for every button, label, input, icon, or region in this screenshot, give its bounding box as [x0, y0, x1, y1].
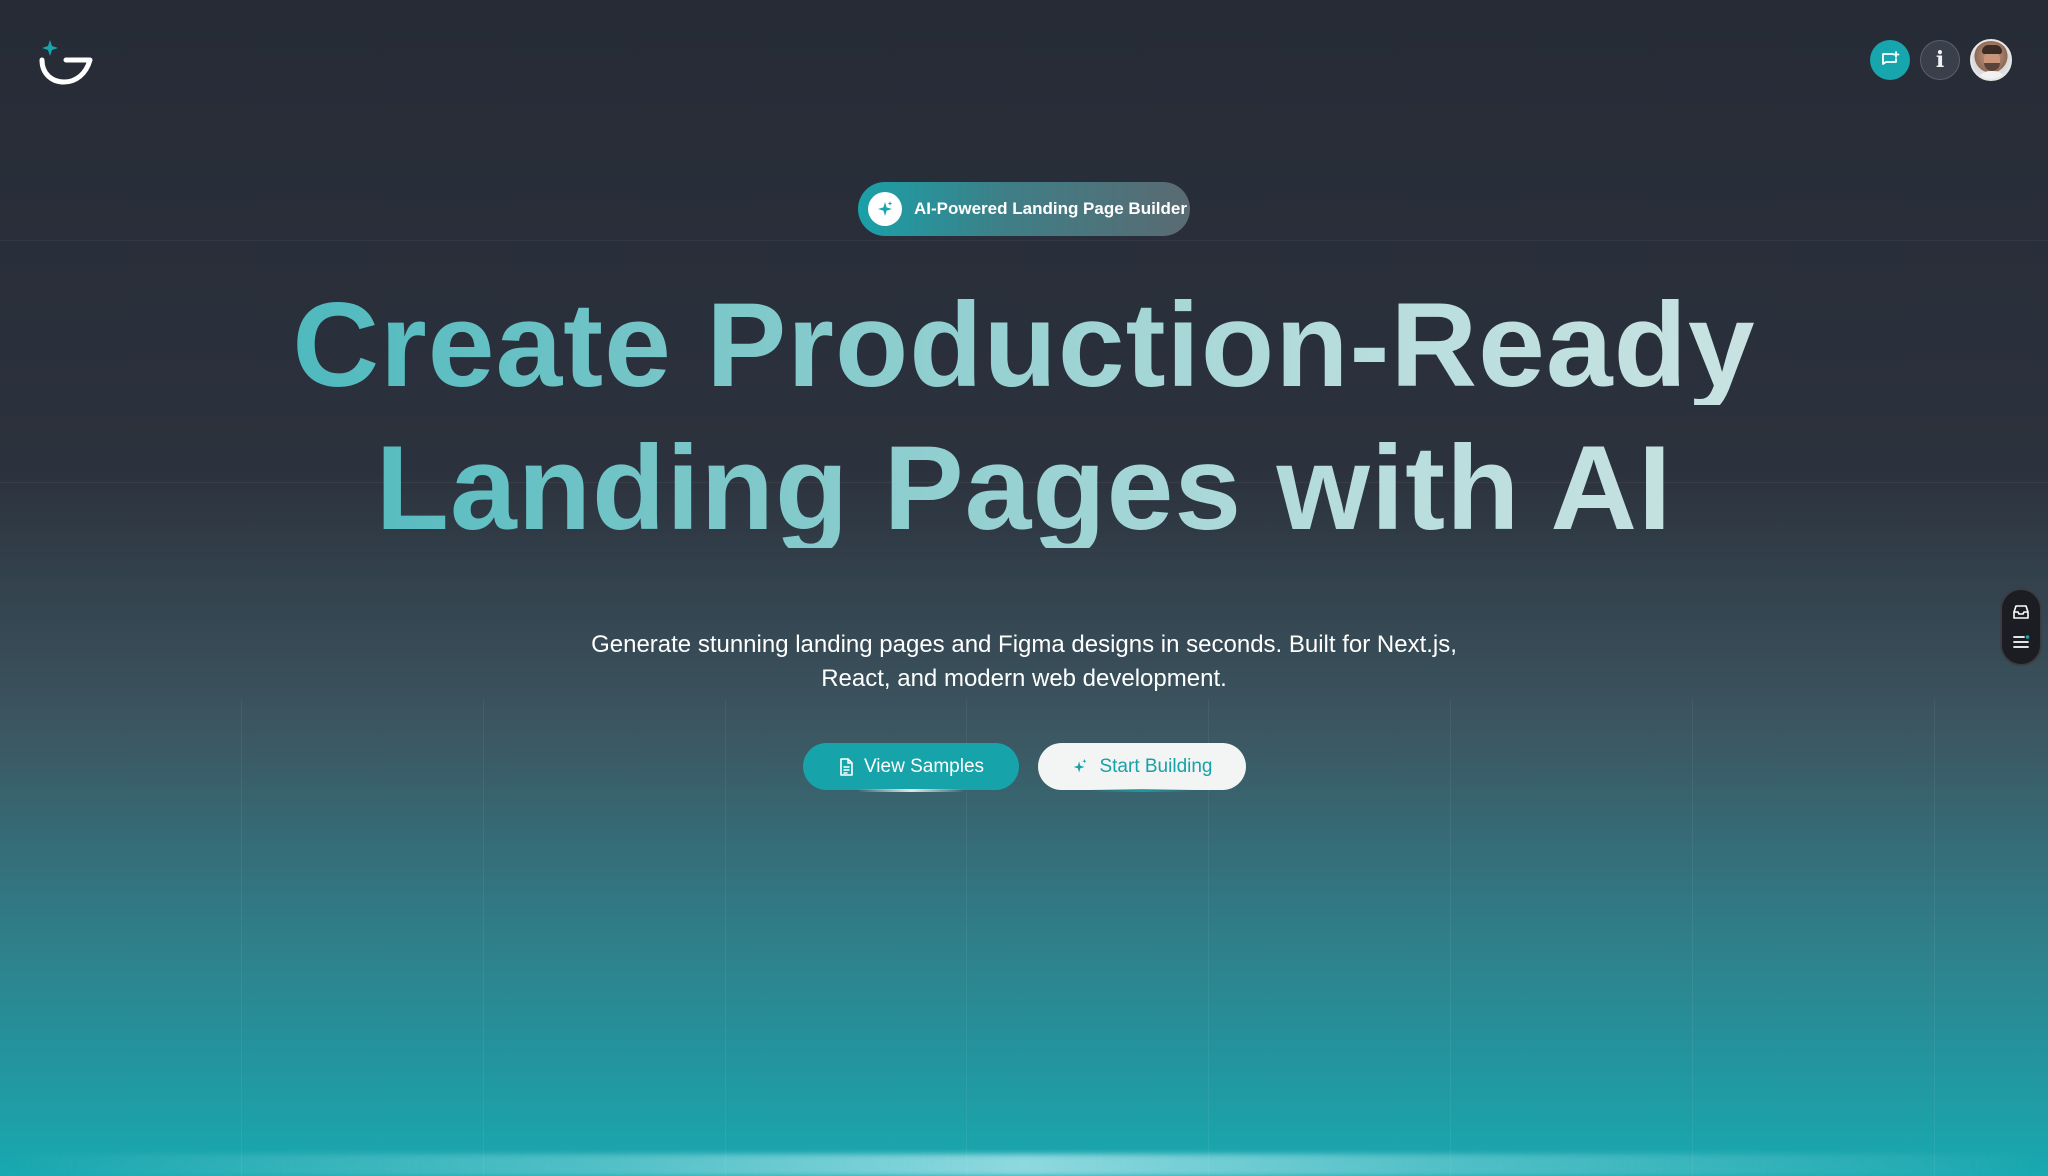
hero-subtitle: Generate stunning landing pages and Figm…: [560, 628, 1488, 696]
chat-add-button[interactable]: [1870, 40, 1910, 80]
avatar[interactable]: [1970, 39, 2012, 81]
chat-add-icon: [1882, 51, 1900, 65]
inbox-icon[interactable]: [2012, 604, 2030, 620]
background-grid: [0, 0, 2048, 1176]
sparkle-smile-logo[interactable]: [36, 38, 96, 86]
header-actions: i: [1870, 39, 2012, 81]
view-samples-button[interactable]: View Samples: [803, 743, 1019, 792]
hero-subtitle-line1: Generate stunning landing pages and Figm…: [591, 631, 1457, 658]
sparkle-icon: [868, 192, 902, 226]
menu-icon[interactable]: [2012, 634, 2030, 650]
badge-label: AI-Powered Landing Page Builder: [914, 199, 1187, 218]
sparkle-icon: [1074, 758, 1088, 772]
hero-badge: AI-Powered Landing Page Builder: [858, 182, 1190, 236]
info-button[interactable]: i: [1920, 40, 1960, 80]
hero-headline-line1: Create Production-Ready: [0, 285, 2048, 405]
document-icon: [840, 757, 853, 776]
side-widget[interactable]: [2000, 588, 2042, 666]
hero-headline-line2: Landing Pages with AI: [0, 428, 2048, 548]
bottom-glow: [0, 1154, 2048, 1176]
start-building-label: Start Building: [1099, 755, 1213, 777]
hero-subtitle-line2: React, and modern web development.: [821, 665, 1227, 692]
view-samples-label: View Samples: [863, 755, 985, 777]
info-icon: i: [1935, 47, 1945, 73]
start-building-button[interactable]: Start Building: [1038, 743, 1246, 792]
